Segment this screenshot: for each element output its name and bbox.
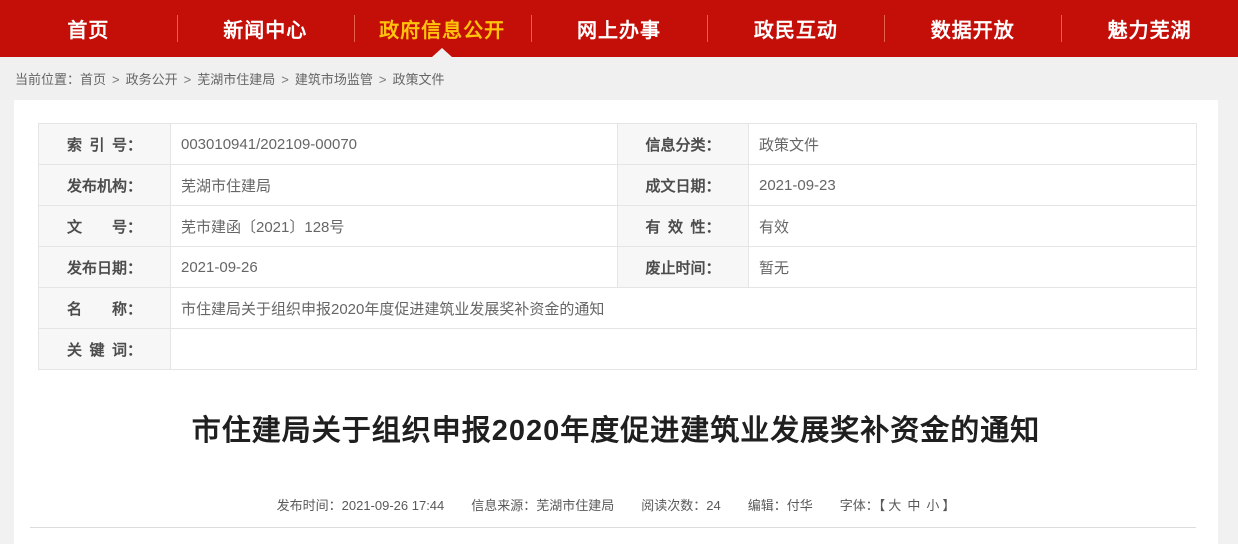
info-value: 政策文件 [749,124,1197,165]
table-row: 发布日期：2021-09-26废止时间：暂无 [39,247,1197,288]
breadcrumb-separator: > [184,72,192,87]
info-label: 废止时间： [618,247,749,288]
content-divider [30,527,1196,528]
info-value: 有效 [749,206,1197,247]
page-title: 市住建局关于组织申报2020年度促进建筑业发展奖补资金的通知 [14,407,1218,449]
info-label: 关 键 词： [39,329,171,370]
breadcrumb-separator: > [112,72,120,87]
nav-item-网上办事[interactable]: 网上办事 [531,0,708,57]
font-size-option-大[interactable]: 大 [888,498,901,513]
breadcrumb-link[interactable]: 政策文件 [392,72,444,87]
info-label: 有 效 性： [618,206,749,247]
meta-item: 编辑：付华 [748,495,813,514]
breadcrumb-link[interactable]: 政务公开 [126,72,178,87]
info-label: 成文日期： [618,165,749,206]
table-row: 文 号：芜市建函〔2021〕128号有 效 性：有效 [39,206,1197,247]
breadcrumb-link[interactable]: 芜湖市住建局 [197,72,275,87]
font-size-options: 大中小 [885,495,942,514]
document-info-table: 索 引 号：003010941/202109-00070信息分类：政策文件发布机… [38,123,1197,370]
meta-items: 发布时间：2021-09-26 17:44 信息来源：芜湖市住建局 阅读次数：24 编… [277,495,813,514]
font-size-prefix: 字体：【 [840,495,886,514]
nav-item-数据开放[interactable]: 数据开放 [884,0,1061,57]
table-row: 名 称：市住建局关于组织申报2020年度促进建筑业发展奖补资金的通知 [39,288,1197,329]
info-value: 芜市建函〔2021〕128号 [171,206,618,247]
nav-item-政府信息公开[interactable]: 政府信息公开 [354,0,531,57]
info-label: 索 引 号： [39,124,171,165]
font-size-option-小[interactable]: 小 [926,498,939,513]
top-nav: 首页 新闻中心 政府信息公开 网上办事 政民互动 数据开放 魅力芜湖 [0,0,1238,57]
content-panel: 索 引 号：003010941/202109-00070信息分类：政策文件发布机… [14,100,1218,544]
meta-bar: 发布时间：2021-09-26 17:44 信息来源：芜湖市住建局 阅读次数：24 编… [14,495,1218,514]
info-value: 暂无 [749,247,1197,288]
table-row: 索 引 号：003010941/202109-00070信息分类：政策文件 [39,124,1197,165]
table-row: 发布机构：芜湖市住建局成文日期：2021-09-23 [39,165,1197,206]
breadcrumb-separator: > [281,72,289,87]
font-size-suffix: 】 [942,495,955,514]
info-label: 发布机构： [39,165,171,206]
font-size-option-中[interactable]: 中 [907,498,920,513]
breadcrumb-link[interactable]: 首页 [80,72,106,87]
info-value [171,329,1197,370]
info-label: 信息分类： [618,124,749,165]
breadcrumb-bar: 当前位置：首页 > 政务公开 > 芜湖市住建局 > 建筑市场监管 > 政策文件 [0,57,1238,100]
breadcrumb: 首页 > 政务公开 > 芜湖市住建局 > 建筑市场监管 > 政策文件 [80,69,444,88]
nav-item-政民互动[interactable]: 政民互动 [707,0,884,57]
nav-item-首页[interactable]: 首页 [0,0,177,57]
nav-item-label: 数据开放 [931,14,1015,43]
nav-item-label: 首页 [67,14,109,43]
nav-item-label: 政府信息公开 [379,14,505,43]
breadcrumb-prefix: 当前位置： [15,69,80,88]
meta-item: 阅读次数：24 [641,495,720,514]
table-row: 关 键 词： [39,329,1197,370]
info-label: 名 称： [39,288,171,329]
nav-item-魅力芜湖[interactable]: 魅力芜湖 [1061,0,1238,57]
nav-item-label: 网上办事 [577,14,661,43]
font-size-control: 字体：【大中小】 [840,495,956,514]
meta-item: 发布时间：2021-09-26 17:44 [277,495,445,514]
nav-item-新闻中心[interactable]: 新闻中心 [177,0,354,57]
breadcrumb-separator: > [379,72,387,87]
info-value: 2021-09-23 [749,165,1197,206]
nav-item-label: 新闻中心 [223,14,307,43]
nav-item-label: 政民互动 [754,14,838,43]
breadcrumb-link[interactable]: 建筑市场监管 [295,72,373,87]
info-label: 发布日期： [39,247,171,288]
info-value: 市住建局关于组织申报2020年度促进建筑业发展奖补资金的通知 [171,288,1197,329]
info-label: 文 号： [39,206,171,247]
info-value: 003010941/202109-00070 [171,124,618,165]
info-value: 芜湖市住建局 [171,165,618,206]
info-value: 2021-09-26 [171,247,618,288]
meta-item: 信息来源：芜湖市住建局 [471,495,614,514]
nav-item-label: 魅力芜湖 [1108,14,1192,43]
